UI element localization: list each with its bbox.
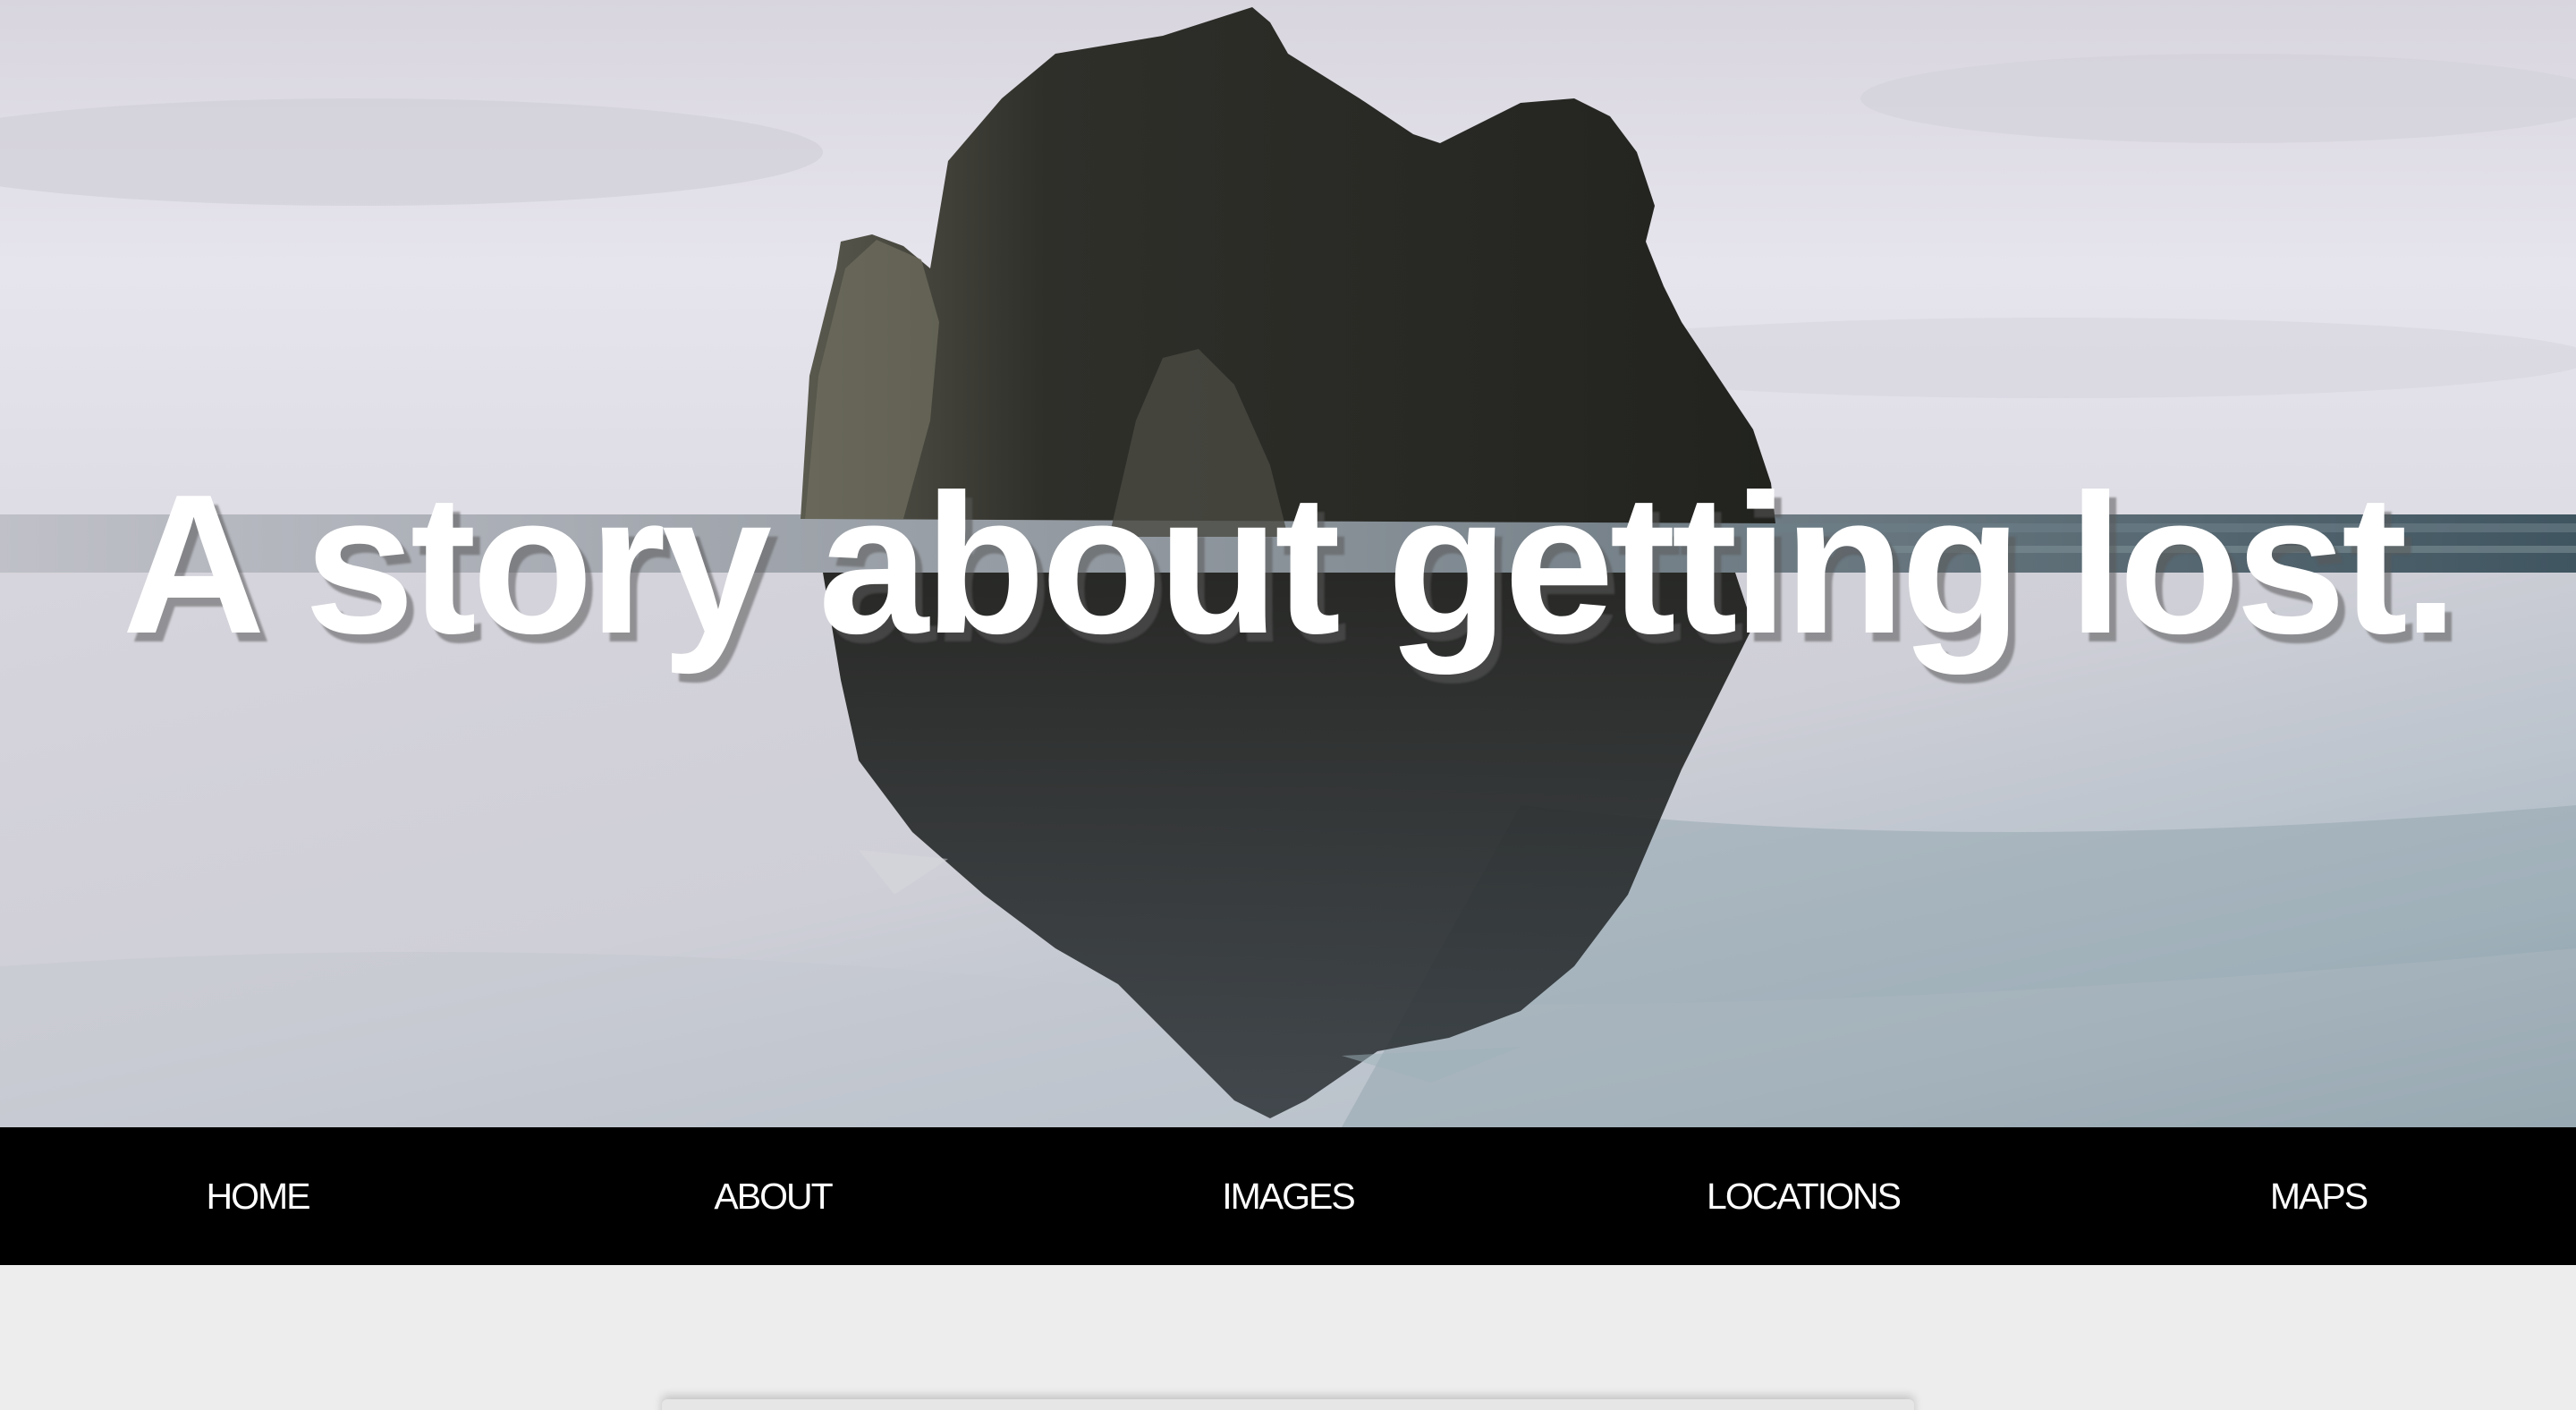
hero-title: A story about getting lost. — [122, 454, 2458, 675]
page: A story about getting lost. HOME ABOUT I… — [0, 0, 2576, 1410]
nav-item-home[interactable]: HOME — [0, 1127, 515, 1265]
content-card — [662, 1399, 1914, 1410]
main-navigation: HOME ABOUT IMAGES LOCATIONS MAPS — [0, 1127, 2576, 1265]
nav-item-locations[interactable]: LOCATIONS — [1546, 1127, 2061, 1265]
nav-item-maps[interactable]: MAPS — [2061, 1127, 2576, 1265]
content-area — [0, 1265, 2576, 1410]
nav-item-images[interactable]: IMAGES — [1030, 1127, 1546, 1265]
nav-item-about[interactable]: ABOUT — [515, 1127, 1030, 1265]
hero-banner: A story about getting lost. — [0, 0, 2576, 1127]
